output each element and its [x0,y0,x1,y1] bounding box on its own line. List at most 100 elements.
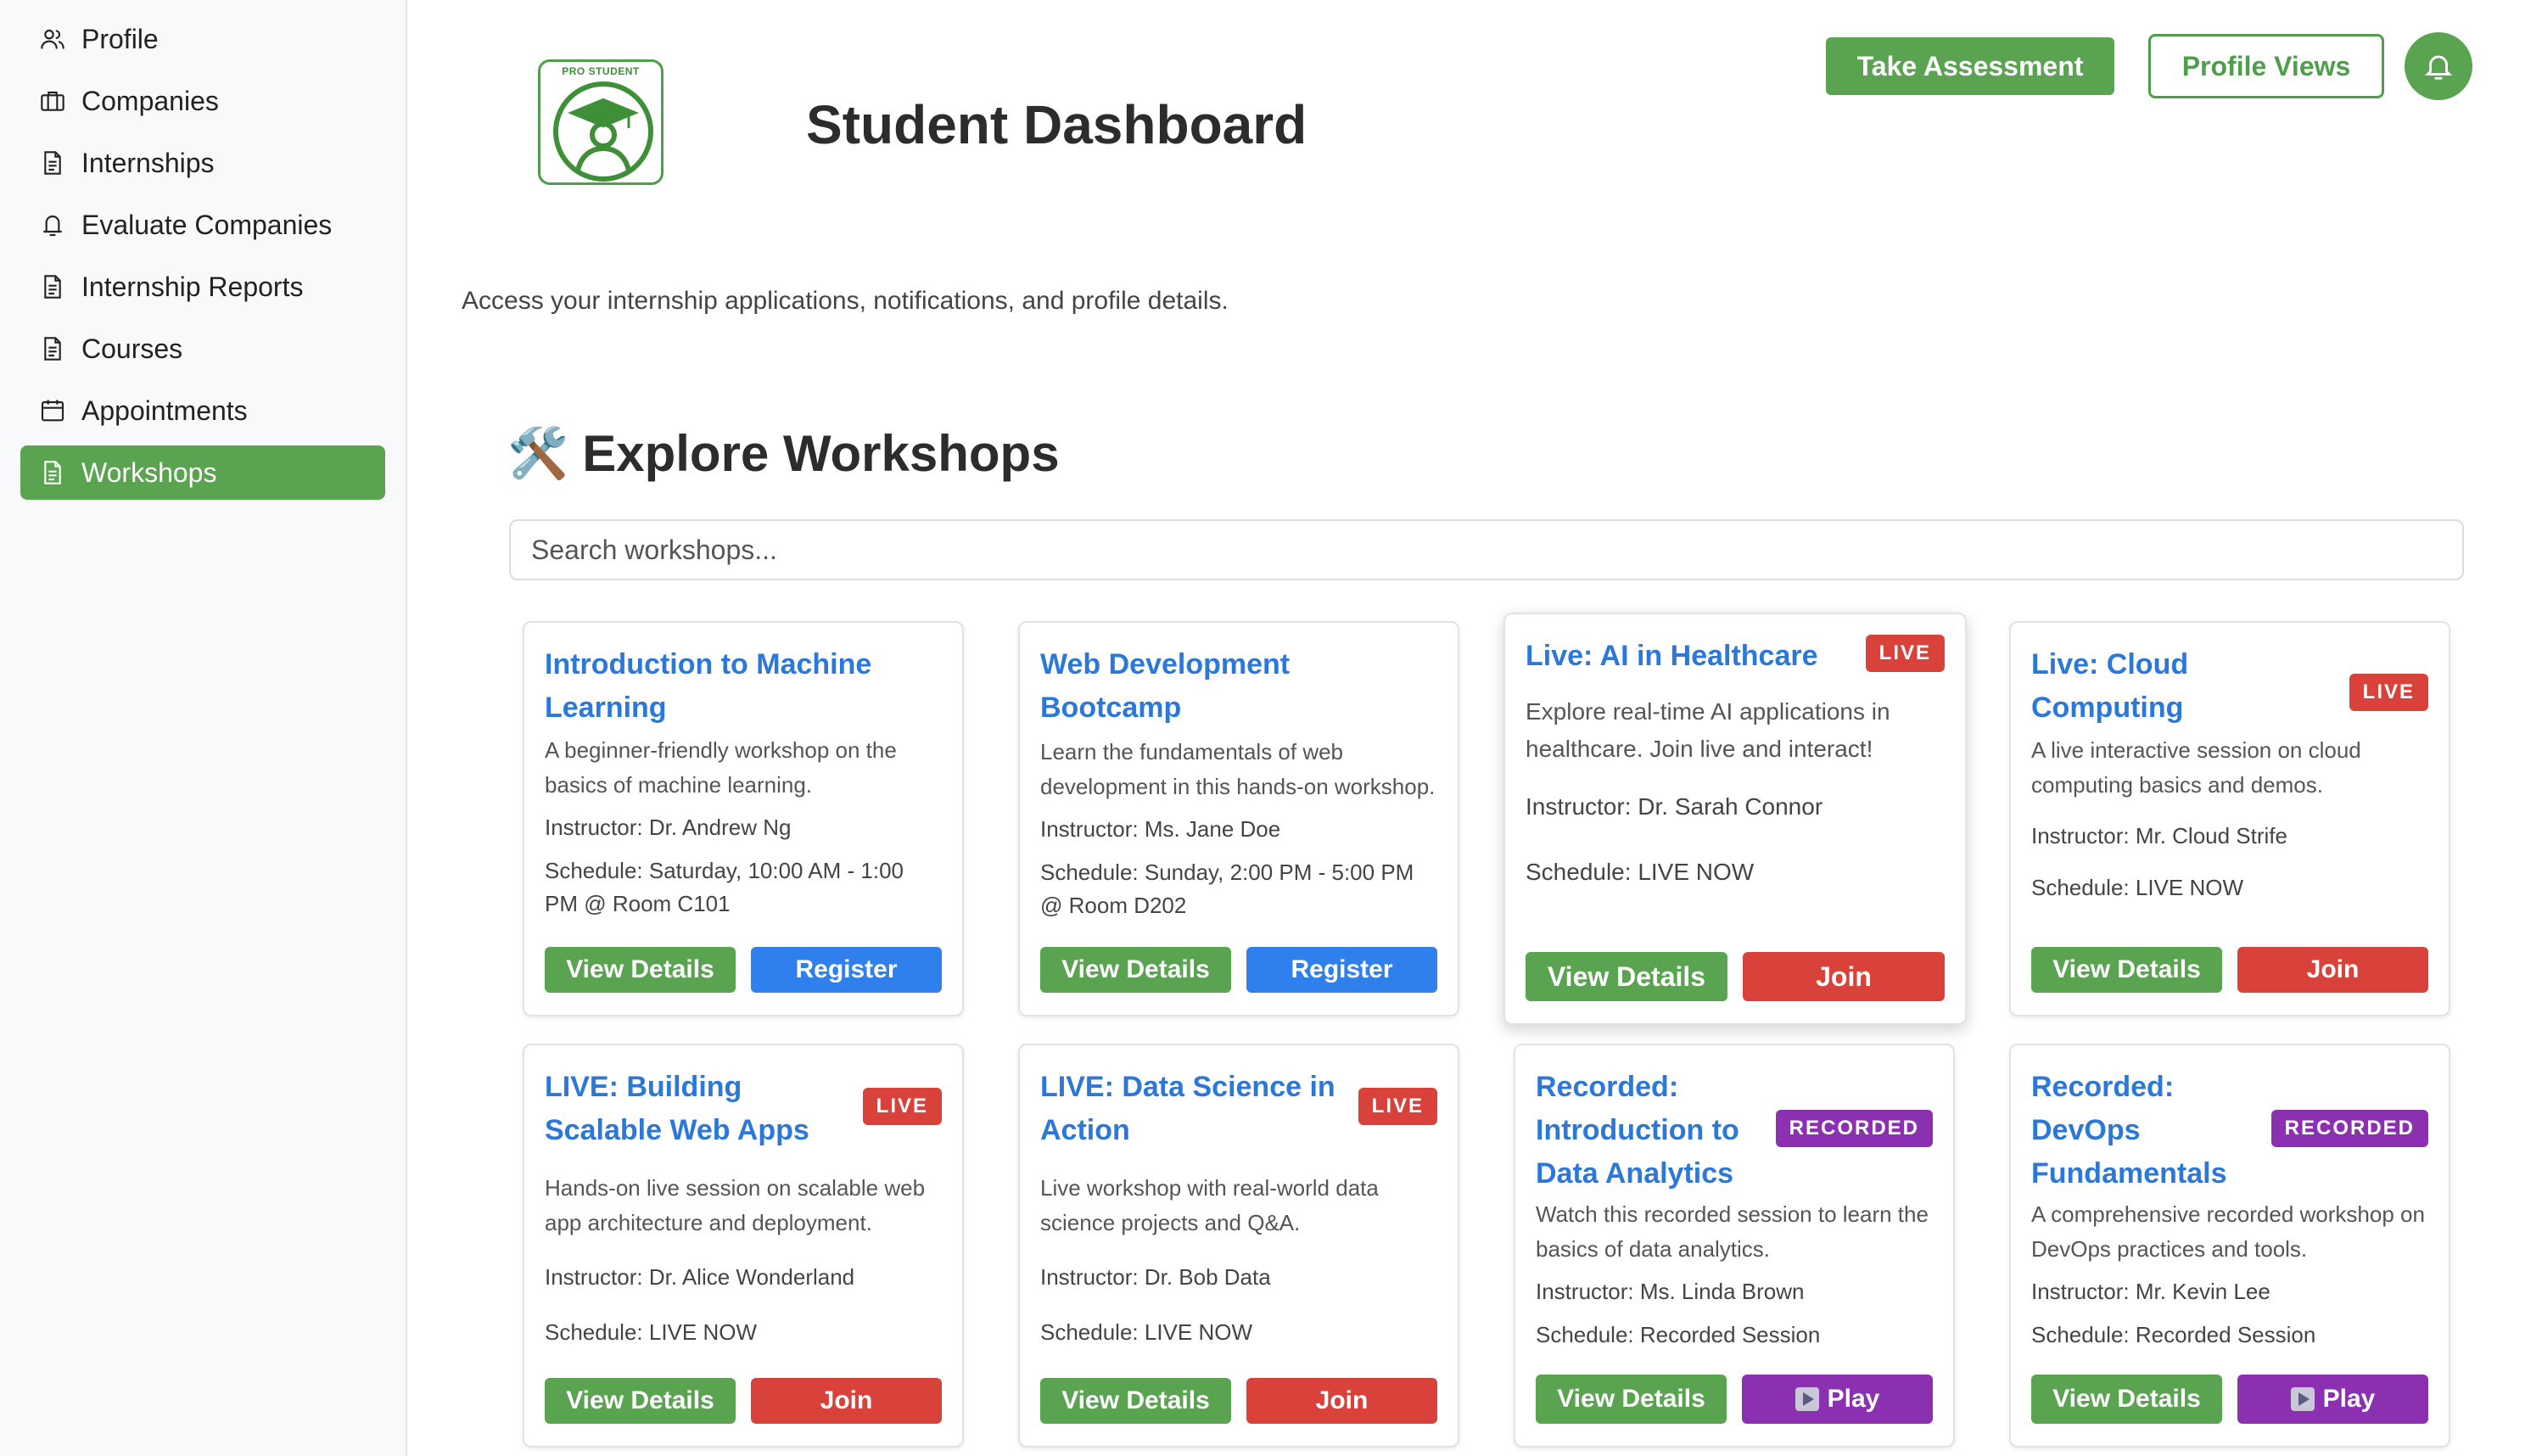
search-input[interactable] [509,519,2464,580]
workshop-schedule: Schedule: LIVE NOW [1526,859,1755,885]
workshop-schedule: Schedule: Saturday, 10:00 AM - 1:00 PM @… [545,858,904,916]
workshop-description: Live workshop with real-world data scien… [1040,1175,1379,1235]
workshop-title[interactable]: Recorded: DevOps Fundamentals [2031,1066,2260,1196]
workshop-description: Hands-on live session on scalable web ap… [545,1175,926,1235]
live-badge: LIVE [862,1088,942,1125]
workshop-title[interactable]: LIVE: Data Science in Action [1040,1066,1346,1152]
view-details-button[interactable]: View Details [1040,1378,1231,1424]
view-details-button[interactable]: View Details [1526,952,1727,1001]
workshop-title[interactable]: Introduction to Machine Learning [545,643,918,730]
workshop-schedule: Schedule: LIVE NOW [2031,875,2243,900]
join-button[interactable]: Join [1246,1378,1437,1424]
sidebar: Profile Companies Internships Evaluate C… [0,0,407,1456]
workshop-schedule: Schedule: Sunday, 2:00 PM - 5:00 PM @ Ro… [1040,860,1414,918]
workshop-instructor: Instructor: Dr. Andrew Ng [545,815,792,840]
play-button-label: Play [2322,1385,2376,1413]
join-button[interactable]: Join [751,1378,942,1424]
sidebar-item-label: Internships [81,147,215,178]
document-icon [44,151,61,175]
workshop-title[interactable]: Recorded: Introduction to Data Analytics [1536,1066,1765,1196]
workshop-description: Explore real-time AI applications in hea… [1526,698,1890,762]
sidebar-item-workshops[interactable]: Workshops [20,445,385,500]
join-button[interactable]: Join [1743,952,1945,1001]
pro-student-logo: PRO STUDENT [538,59,663,185]
workshop-description: Learn the fundamentals of web developmen… [1040,739,1436,799]
join-button[interactable]: Join [2237,947,2428,993]
workshop-instructor: Instructor: Dr. Bob Data [1040,1264,1271,1290]
sidebar-item-label: Companies [81,85,219,116]
play-button[interactable]: Play [1742,1375,1933,1424]
sidebar-item-label: Courses [81,333,183,364]
live-badge: LIVE [1358,1088,1437,1125]
sidebar-item-appointments[interactable]: Appointments [20,384,385,438]
sidebar-item-internships[interactable]: Internships [20,136,385,190]
section-title: 🛠️ Explore Workshops [507,424,1060,483]
take-assessment-button[interactable]: Take Assessment [1826,37,2114,95]
view-details-button[interactable]: View Details [2031,947,2222,993]
workshop-card: Live: AI in Healthcare LIVE Explore real… [1503,613,1967,1025]
bell-icon [43,216,62,237]
recorded-badge: RECORDED [2270,1110,2428,1147]
workshop-title[interactable]: Live: AI in Healthcare [1526,635,1818,678]
view-details-button[interactable]: View Details [545,1378,736,1424]
workshop-description: A comprehensive recorded workshop on Dev… [2031,1201,2425,1262]
profile-views-button[interactable]: Profile Views [2148,34,2384,98]
document-icon [44,337,61,361]
page-title: Student Dashboard [806,94,1307,155]
workshop-schedule: Schedule: LIVE NOW [545,1319,757,1345]
workshop-description: Watch this recorded session to learn the… [1536,1201,1929,1262]
play-icon [2290,1387,2315,1411]
workshop-schedule: Schedule: LIVE NOW [1040,1319,1252,1345]
workshop-card: Introduction to Machine Learning A begin… [523,621,964,1016]
sidebar-item-companies[interactable]: Companies [20,74,385,128]
register-button[interactable]: Register [751,947,942,993]
workshop-instructor: Instructor: Dr. Sarah Connor [1526,793,1823,820]
page-subtitle: Access your internship applications, not… [462,287,1229,315]
workshop-card: LIVE: Building Scalable Web Apps LIVE Ha… [523,1044,964,1448]
workshop-description: A live interactive session on cloud comp… [2031,737,2361,798]
sidebar-item-label: Workshops [81,456,217,488]
workshop-instructor: Instructor: Dr. Alice Wonderland [545,1264,855,1290]
calendar-icon [41,400,64,422]
workshop-instructor: Instructor: Mr. Kevin Lee [2031,1279,2270,1304]
view-details-button[interactable]: View Details [2031,1375,2222,1424]
document-icon [44,275,61,299]
sidebar-item-label: Appointments [81,395,248,426]
play-icon [1795,1387,1819,1411]
workshop-instructor: Instructor: Mr. Cloud Strife [2031,823,2287,848]
notifications-button[interactable] [2405,32,2472,100]
sidebar-item-evaluate-companies[interactable]: Evaluate Companies [20,198,385,252]
play-button-label: Play [1827,1385,1880,1413]
register-button[interactable]: Register [1246,947,1437,993]
workshop-title[interactable]: Live: Cloud Computing [2031,643,2252,730]
workshop-card: Live: Cloud Computing LIVE A live intera… [2009,621,2450,1016]
workshop-card: Web Development Bootcamp Learn the funda… [1018,621,1459,1016]
workshop-schedule: Schedule: Recorded Session [2031,1322,2316,1347]
tools-icon: 🛠️ [507,425,569,481]
sidebar-item-profile[interactable]: Profile [20,12,385,66]
workshop-card: Recorded: DevOps Fundamentals RECORDED A… [2009,1044,2450,1448]
workshop-description: A beginner-friendly workshop on the basi… [545,737,897,798]
bell-icon [2424,55,2453,80]
recorded-badge: RECORDED [1775,1110,1933,1147]
view-details-button[interactable]: View Details [1040,947,1231,993]
briefcase-icon [41,91,64,111]
play-button[interactable]: Play [2237,1375,2428,1424]
workshop-title[interactable]: Web Development Bootcamp [1040,643,1437,730]
workshop-instructor: Instructor: Ms. Linda Brown [1536,1279,1805,1304]
sidebar-item-courses[interactable]: Courses [20,322,385,376]
workshop-instructor: Instructor: Ms. Jane Doe [1040,816,1281,842]
workshop-card: Recorded: Introduction to Data Analytics… [1514,1044,1955,1448]
document-icon [44,461,61,484]
view-details-button[interactable]: View Details [1536,1375,1727,1424]
sidebar-item-label: Evaluate Companies [81,209,333,240]
workshop-title[interactable]: LIVE: Building Scalable Web Apps [545,1066,825,1152]
sidebar-item-internship-reports[interactable]: Internship Reports [20,260,385,314]
sidebar-item-label: Profile [81,23,159,54]
live-badge: LIVE [1865,635,1945,672]
live-badge: LIVE [2349,674,2428,711]
workshop-schedule: Schedule: Recorded Session [1536,1322,1821,1347]
view-details-button[interactable]: View Details [545,947,736,993]
sidebar-item-label: Internship Reports [81,271,304,302]
workshop-card: LIVE: Data Science in Action LIVE Live w… [1018,1044,1459,1448]
